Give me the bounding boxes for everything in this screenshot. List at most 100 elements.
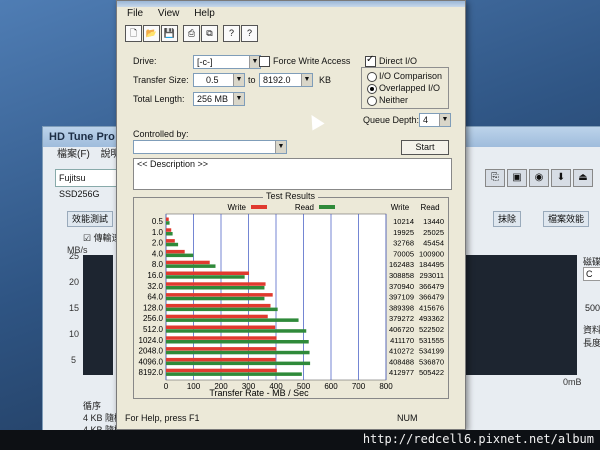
chevron-down-icon: ▼ bbox=[233, 74, 244, 86]
camera-icon[interactable]: ◉ bbox=[529, 169, 549, 187]
write-value: 19925 bbox=[393, 228, 414, 237]
chevron-down-icon: ▼ bbox=[301, 74, 312, 86]
queue-depth-value: 4 bbox=[423, 115, 429, 125]
down-arrow-icon[interactable]: ⬇ bbox=[551, 169, 571, 187]
bg-tab-erase[interactable]: 抹除 bbox=[493, 211, 522, 227]
queue-depth-select[interactable]: 4 ▼ bbox=[419, 113, 451, 127]
write-bar bbox=[166, 303, 271, 308]
legend-write-swatch bbox=[251, 205, 267, 209]
status-num: NUM bbox=[397, 413, 418, 423]
read-value: 366479 bbox=[419, 293, 444, 302]
copy-icon[interactable]: ⎘ bbox=[485, 169, 505, 187]
help-icon[interactable]: ? bbox=[241, 25, 258, 42]
write-bar bbox=[166, 239, 175, 243]
transfer-to-select[interactable]: 8192.0 ▼ bbox=[259, 73, 313, 87]
drive-select[interactable]: [-c-] ▼ bbox=[193, 55, 261, 69]
read-value: 13440 bbox=[423, 217, 444, 226]
controlled-by-select[interactable]: ▼ bbox=[133, 140, 287, 154]
read-bar bbox=[166, 242, 179, 247]
x-tick-label: 600 bbox=[324, 382, 338, 391]
read-bar bbox=[166, 221, 170, 225]
menu-help[interactable]: Help bbox=[194, 8, 215, 19]
category-label: 16.0 bbox=[147, 271, 163, 280]
status-bar: For Help, press F1 NUM bbox=[121, 411, 459, 425]
write-bar bbox=[166, 314, 268, 319]
legend-write-label: Write bbox=[227, 203, 246, 212]
transfer-unit: KB bbox=[319, 75, 332, 85]
read-bar bbox=[166, 340, 309, 344]
io-comparison-radio[interactable] bbox=[367, 72, 377, 82]
start-button[interactable]: Start bbox=[401, 140, 449, 155]
bg-tick: 20 bbox=[69, 277, 80, 287]
category-label: 32.0 bbox=[147, 282, 163, 291]
url-watermark: http://redcell6.pixnet.net/album bbox=[362, 432, 594, 446]
read-bar bbox=[166, 361, 311, 366]
read-value: 366479 bbox=[419, 282, 444, 291]
read-value: 100900 bbox=[419, 249, 444, 258]
results-group-title: Test Results bbox=[263, 191, 319, 201]
neither-label: Neither bbox=[379, 95, 409, 105]
save-icon[interactable]: 💾 bbox=[161, 25, 178, 42]
write-value: 411170 bbox=[390, 336, 414, 345]
bg-tab-file-benchmark[interactable]: 檔案效能 bbox=[543, 211, 590, 227]
write-value: 10214 bbox=[393, 217, 414, 226]
menu-view[interactable]: View bbox=[158, 8, 180, 19]
bg-tab-benchmark[interactable]: 效能測試 bbox=[67, 211, 114, 227]
dialog-menubar: File View Help bbox=[117, 7, 465, 21]
x-tick-label: 800 bbox=[379, 382, 393, 391]
read-value: 522502 bbox=[419, 325, 444, 334]
read-value: 415676 bbox=[419, 303, 444, 312]
total-length-value: 256 MB bbox=[197, 94, 229, 104]
drive-value: [-c-] bbox=[197, 57, 213, 67]
queue-depth-label: Queue Depth: bbox=[363, 115, 420, 125]
bg-tick: 25 bbox=[69, 251, 80, 261]
new-icon[interactable]: 🗋 bbox=[125, 25, 142, 42]
write-value: 406720 bbox=[389, 325, 414, 334]
read-value: 493362 bbox=[419, 314, 444, 323]
write-value: 370940 bbox=[389, 282, 414, 291]
controlled-by-label: Controlled by: bbox=[133, 129, 189, 139]
direct-io-checkbox[interactable] bbox=[365, 54, 376, 67]
about-icon[interactable]: ? bbox=[223, 25, 240, 42]
copy-icon[interactable]: ⧉ bbox=[201, 25, 218, 42]
category-label: 128.0 bbox=[143, 303, 164, 312]
overlapped-io-radio[interactable] bbox=[367, 84, 377, 94]
print-icon[interactable]: ⎙ bbox=[183, 25, 200, 42]
neither-radio[interactable] bbox=[367, 96, 377, 106]
transfer-size-label: Transfer Size: bbox=[133, 75, 189, 85]
bg-drive-select[interactable]: Fujitsu SSD256G bbox=[55, 169, 118, 199]
write-bar bbox=[166, 249, 185, 254]
write-value: 308858 bbox=[389, 271, 414, 280]
read-bar bbox=[166, 286, 265, 290]
chevron-down-icon: ▼ bbox=[233, 93, 244, 105]
total-length-select[interactable]: 256 MB ▼ bbox=[193, 92, 245, 106]
read-bar bbox=[166, 307, 278, 312]
description-box[interactable]: << Description >> bbox=[133, 158, 452, 190]
transfer-from-select[interactable]: 0.5 ▼ bbox=[193, 73, 245, 87]
save-icon[interactable]: ▣ bbox=[507, 169, 527, 187]
force-write-checkbox[interactable] bbox=[259, 56, 270, 67]
write-value: 70005 bbox=[393, 249, 414, 258]
dialog-toolbar: 🗋 📂 💾 ⎙ ⧉?? bbox=[125, 25, 259, 43]
col-write-header: Write bbox=[391, 203, 410, 212]
transfer-to-value: 8192.0 bbox=[263, 75, 291, 85]
chart-categories: 0.5 1.0 2.04.0 8.0 16.0 32.0 64.0128.0 256.0 512… bbox=[139, 217, 164, 377]
x-tick-label: 700 bbox=[352, 382, 366, 391]
category-label: 4.0 bbox=[152, 249, 164, 258]
category-label: 8192.0 bbox=[139, 368, 164, 377]
status-text: For Help, press F1 bbox=[125, 413, 200, 423]
write-value: 389398 bbox=[389, 303, 414, 312]
read-value: 505422 bbox=[419, 368, 444, 377]
exit-icon[interactable]: ⏏ bbox=[573, 169, 593, 187]
write-bar bbox=[166, 282, 266, 286]
chevron-down-icon: ▼ bbox=[439, 114, 450, 126]
bg-checkbox-label: ☑ 傳輸速 bbox=[83, 233, 121, 243]
bg-menu-file[interactable]: 檔案(F) bbox=[57, 149, 90, 160]
bg-right-field[interactable]: C bbox=[583, 267, 600, 281]
force-write-label: Force Write Access bbox=[273, 56, 351, 66]
io-comparison-label: I/O Comparison bbox=[379, 71, 443, 81]
menu-file[interactable]: File bbox=[127, 8, 143, 19]
write-bar bbox=[166, 260, 210, 265]
read-bar bbox=[166, 350, 310, 355]
open-icon[interactable]: 📂 bbox=[143, 25, 160, 42]
